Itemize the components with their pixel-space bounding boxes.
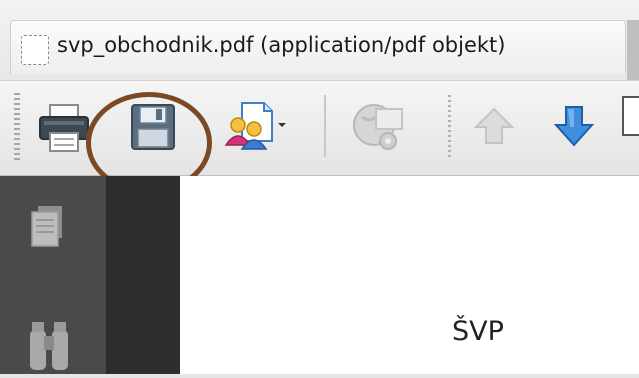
document-area: ŠVP — [0, 176, 639, 374]
floppy-disk-icon — [131, 104, 175, 150]
blank-page-icon — [21, 35, 49, 65]
save-button[interactable] — [124, 95, 180, 157]
share-button[interactable] — [220, 95, 290, 157]
printer-icon — [39, 104, 89, 152]
document-heading: ŠVP — [452, 316, 504, 347]
globe-gear-icon — [353, 104, 403, 150]
toolbar-separator — [448, 95, 451, 157]
binoculars-icon — [30, 322, 68, 370]
arrow-down-icon — [553, 106, 595, 147]
web-button[interactable] — [346, 95, 410, 157]
tab-next-edge[interactable] — [627, 20, 639, 80]
sidebar-divider-strip — [108, 176, 180, 374]
browser-window: svp_obchodnik.pdf (application/pdf objek… — [0, 0, 639, 374]
tab-pdf[interactable]: svp_obchodnik.pdf (application/pdf objek… — [10, 20, 626, 74]
previous-page-button[interactable] — [466, 95, 522, 157]
navigation-sidebar — [0, 176, 108, 374]
tab-strip: svp_obchodnik.pdf (application/pdf objek… — [0, 0, 639, 80]
pages-panel-button[interactable] — [18, 200, 80, 262]
page-number-input[interactable] — [622, 96, 639, 136]
document-people-icon — [224, 102, 286, 150]
tab-title: svp_obchodnik.pdf (application/pdf objek… — [57, 33, 506, 57]
find-panel-button[interactable] — [18, 312, 80, 374]
toolbar-grip[interactable] — [14, 93, 20, 163]
next-page-button[interactable] — [546, 95, 602, 157]
toolbar-separator — [324, 95, 326, 157]
print-button[interactable] — [36, 95, 92, 157]
pdf-toolbar — [0, 80, 639, 176]
pages-icon — [31, 206, 62, 247]
arrow-up-icon — [473, 107, 515, 144]
pdf-page: ŠVP — [180, 176, 639, 374]
